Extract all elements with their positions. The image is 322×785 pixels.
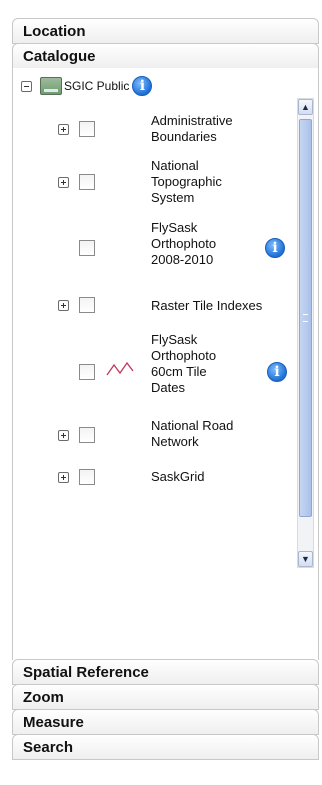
spatial-reference-panel-header[interactable]: Spatial Reference xyxy=(12,659,319,685)
layer-checkbox[interactable] xyxy=(79,469,95,485)
layer-label: National Road Network xyxy=(151,418,234,449)
scroll-down-icon[interactable]: ▼ xyxy=(298,551,313,567)
collapse-icon[interactable] xyxy=(21,80,32,92)
measure-panel-header[interactable]: Measure xyxy=(12,709,319,735)
layer-label: Raster Tile Indexes xyxy=(151,298,263,313)
layer-checkbox[interactable] xyxy=(79,427,95,443)
layer-row-flysask-orthophoto-60cm-tile-dates: FlySask Orthophoto 60cm Tile Dates i xyxy=(13,328,288,404)
layer-label: Administrative Boundaries xyxy=(151,113,233,144)
layer-row-national-road-network: National Road Network xyxy=(13,416,288,456)
location-panel-header[interactable]: Location xyxy=(12,18,319,44)
expand-icon[interactable] xyxy=(58,430,69,441)
layer-accordion: Location Catalogue SGIC Public i Adminis… xyxy=(12,18,319,760)
scroll-thumb[interactable] xyxy=(299,119,312,517)
layer-checkbox[interactable] xyxy=(79,121,95,137)
expand-icon[interactable] xyxy=(58,177,69,188)
layer-label: FlySask Orthophoto 60cm Tile Dates xyxy=(151,332,217,395)
layer-label: FlySask Orthophoto 2008-2010 xyxy=(151,220,217,267)
info-icon[interactable]: i xyxy=(132,76,153,96)
layer-row-saskgrid: SaskGrid xyxy=(13,466,288,486)
line-legend-icon xyxy=(106,361,134,376)
expand-icon[interactable] xyxy=(58,124,69,135)
server-folder-icon xyxy=(40,77,62,95)
layer-checkbox[interactable] xyxy=(79,297,95,313)
tree-root-label: SGIC Public xyxy=(64,79,130,93)
tree-scrollbar[interactable]: ▲ ▼ xyxy=(297,98,314,568)
catalogue-panel-body: SGIC Public i Administrative Boundaries … xyxy=(12,68,319,660)
layer-label: SaskGrid xyxy=(151,469,205,484)
layer-row-national-topographic-system: National Topographic System xyxy=(13,154,288,210)
layer-row-raster-tile-indexes: Raster Tile Indexes xyxy=(13,294,288,318)
zoom-panel-header[interactable]: Zoom xyxy=(12,684,319,710)
expand-icon[interactable] xyxy=(58,472,69,483)
info-icon[interactable]: i xyxy=(267,362,287,382)
search-panel-header[interactable]: Search xyxy=(12,734,319,760)
layer-row-administrative-boundaries: Administrative Boundaries xyxy=(13,110,288,150)
layer-checkbox[interactable] xyxy=(79,174,95,190)
layer-checkbox[interactable] xyxy=(79,364,95,380)
expand-icon[interactable] xyxy=(58,300,69,311)
scroll-up-icon[interactable]: ▲ xyxy=(298,99,313,115)
grip-icon xyxy=(303,314,308,322)
layer-row-flysask-orthophoto-2008-2010: FlySask Orthophoto 2008-2010 i xyxy=(13,216,288,272)
catalogue-panel-header[interactable]: Catalogue xyxy=(12,43,319,69)
layer-label: National Topographic System xyxy=(151,158,222,205)
layer-checkbox[interactable] xyxy=(79,240,95,256)
tree-root-node: SGIC Public i xyxy=(21,76,153,96)
info-icon[interactable]: i xyxy=(265,238,285,258)
